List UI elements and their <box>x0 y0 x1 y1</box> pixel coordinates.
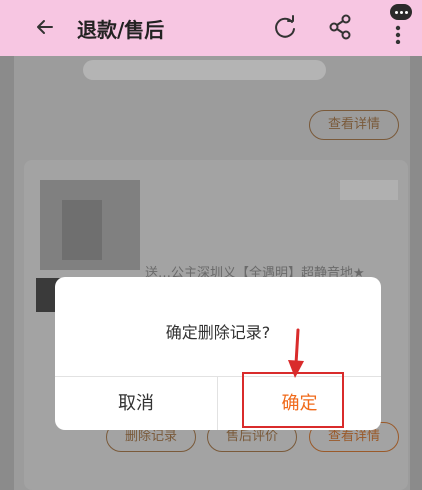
red-arrow-icon <box>288 328 304 378</box>
back-arrow-icon[interactable] <box>30 12 60 42</box>
top-bar: 退款/售后 <box>0 0 422 56</box>
product-image-block <box>62 200 102 260</box>
share-icon[interactable] <box>325 12 355 42</box>
more-bubble <box>390 4 412 20</box>
refresh-icon[interactable] <box>270 12 300 42</box>
confirm-button[interactable]: 确定 <box>218 377 381 430</box>
view-detail-button[interactable]: 查看详情 <box>309 110 399 140</box>
redacted-block <box>340 180 398 200</box>
redacted-text <box>83 60 326 80</box>
confirm-dialog: 确定删除记录? 取消 确定 <box>55 277 381 430</box>
dialog-message: 确定删除记录? <box>165 323 271 342</box>
cancel-button[interactable]: 取消 <box>55 377 217 430</box>
page-title: 退款/售后 <box>77 18 165 42</box>
